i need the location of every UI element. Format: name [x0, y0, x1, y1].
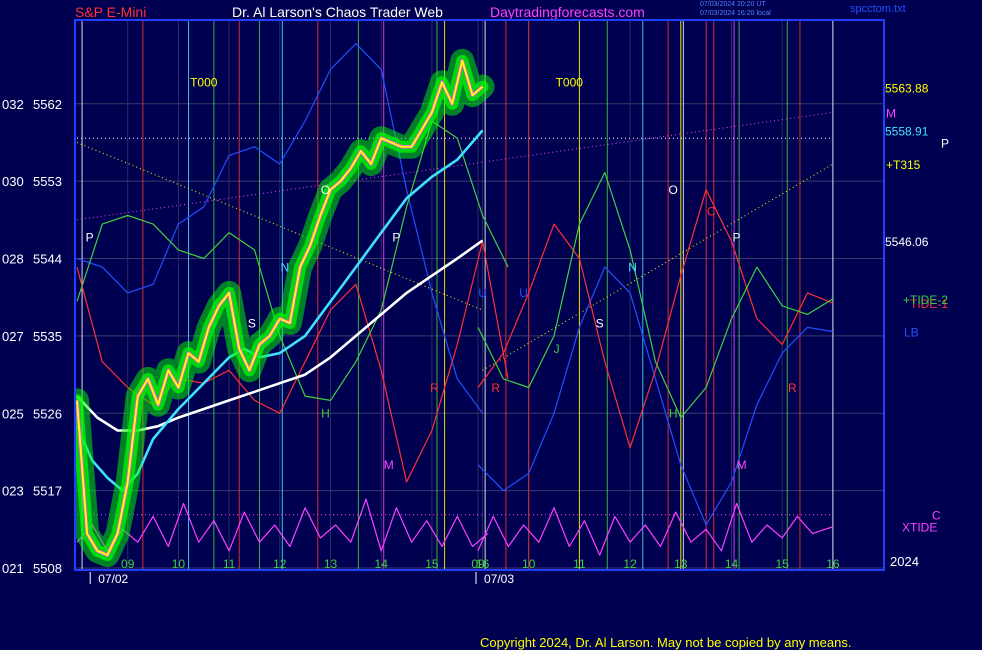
date-label: 07/03 [484, 572, 514, 586]
x-tick-label: 10 [522, 557, 536, 571]
right-series-tag: +TIDE-2 [903, 293, 948, 307]
right-series-tag: LB [904, 326, 919, 340]
copyright-notice: Copyright 2024, Dr. Al Larson. May not b… [480, 635, 852, 650]
line-marker-s: S [248, 316, 256, 330]
line-marker-h: H [669, 407, 678, 421]
y-tick-code: 023 [2, 484, 24, 499]
x-tick-label: 10 [172, 557, 186, 571]
series-lb [477, 266, 834, 526]
right-price-level: 5563.88 [885, 82, 929, 96]
line-marker-n: N [628, 260, 637, 274]
line-marker-m: M [737, 458, 747, 472]
line-marker-u: U [478, 286, 487, 300]
y-tick-price: 5535 [33, 329, 62, 344]
y-tick-price: 5526 [33, 406, 62, 421]
line-marker-j: J [554, 342, 560, 356]
y-axis: 021 5508 023 5517 025 5526 027 5535 028 5544 030 55… [2, 97, 62, 576]
reference-line-M [76, 111, 833, 221]
line-marker-p: P [86, 230, 94, 244]
x-tick-label: 12 [273, 557, 287, 571]
y-tick-code: 027 [2, 329, 24, 344]
x-tick-label: 09 [471, 557, 485, 571]
right-price-level: 5558.91 [885, 124, 929, 138]
line-marker-r: R [788, 381, 797, 395]
line-marker-u: U [519, 286, 528, 300]
line-marker-s: S [596, 316, 604, 330]
line-marker-m: M [384, 458, 394, 472]
line-marker-n: N [281, 260, 290, 274]
x-tick-label: 13 [324, 557, 338, 571]
reference-line-T315 [482, 163, 834, 371]
right-labels: 5563.885558.915546.06MP+T315TIDE-1+TIDE-… [885, 82, 949, 535]
y-tick-price: 5517 [33, 484, 62, 499]
line-marker-o: O [321, 183, 330, 197]
line-marker-h: H [321, 407, 330, 421]
year-label: 2024 [890, 554, 919, 569]
y-tick-price: 5544 [33, 252, 62, 267]
y-tick-code: 032 [2, 97, 24, 112]
y-tick-code: 025 [2, 406, 24, 421]
y-tick-code: 028 [2, 252, 24, 267]
x-tick-label: 15 [425, 557, 439, 571]
x-tick-label: 09 [121, 557, 135, 571]
right-series-tag: +T315 [886, 158, 921, 172]
y-tick-code: 030 [2, 174, 24, 189]
series-tide-1 [477, 189, 834, 449]
x-tick-label: 12 [623, 557, 637, 571]
series-xtide [477, 502, 834, 556]
line-marker-p: P [392, 230, 400, 244]
y-tick-price: 5562 [33, 97, 62, 112]
x-tick-label: 11 [573, 557, 586, 571]
line-marker-c: C [707, 205, 716, 219]
y-tick-price: 5508 [33, 561, 62, 576]
x-tick-label: 15 [776, 557, 790, 571]
line-marker-o: O [669, 183, 678, 197]
x-tick-label: 14 [375, 557, 389, 571]
series-lines [75, 42, 834, 568]
x-tick-label: 13 [674, 557, 688, 571]
x-tick-label: 11 [223, 557, 236, 571]
right-series-tag: XTIDE [902, 521, 937, 535]
line-marker-r: R [430, 381, 439, 395]
line-marker-p: P [733, 230, 741, 244]
y-tick-price: 5553 [33, 174, 62, 189]
x-tick-label: 16 [826, 557, 840, 571]
x-tick-label: 14 [725, 557, 739, 571]
y-tick-code: 021 [2, 561, 24, 576]
chart-canvas: T000 T000 O O P P P N N S S H H M M R R R U U J C 021 5508 023 5… [2, 19, 949, 586]
date-label: 07/02 [98, 572, 128, 586]
line-marker-r: R [491, 381, 500, 395]
right-series-tag: P [941, 136, 949, 150]
line-marker-t000: T000 [190, 76, 218, 90]
reference-lines [76, 111, 834, 516]
right-price-level: 5546.06 [885, 235, 929, 249]
right-series-tag: M [886, 106, 896, 120]
line-marker-t000: T000 [556, 76, 584, 90]
